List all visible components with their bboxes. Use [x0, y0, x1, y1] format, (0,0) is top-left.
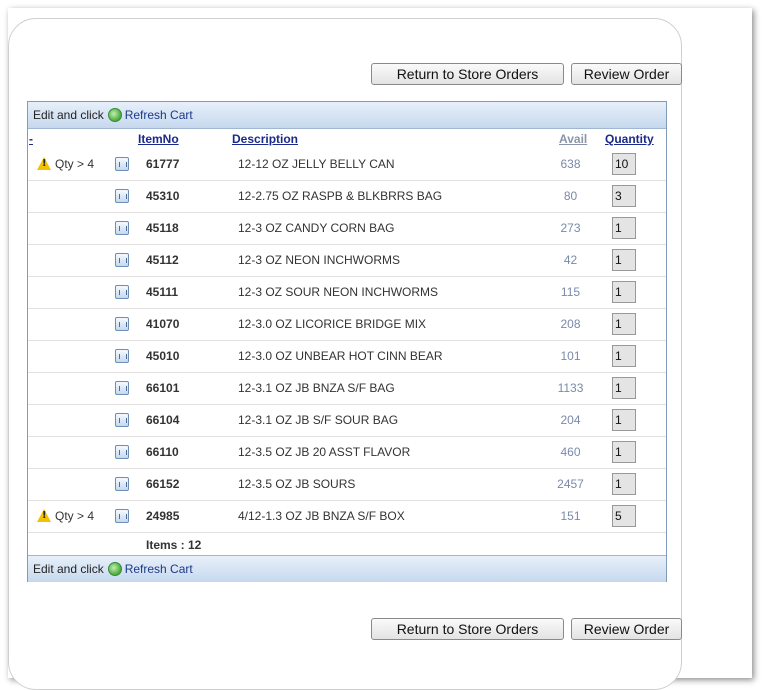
item-number: 45310 [146, 189, 180, 203]
table-row: 45118 12-3 OZ CANDY CORN BAG 273 [28, 213, 666, 245]
item-number: 24985 [146, 509, 180, 523]
table-row: 66104 12-3.1 OZ JB S/F SOUR BAG 204 [28, 405, 666, 437]
edit-instructions: Edit and click [33, 562, 104, 576]
item-number: 66110 [146, 445, 179, 459]
warning-icon [37, 509, 51, 522]
item-number: 66104 [146, 413, 180, 427]
delete-item-icon[interactable] [115, 477, 129, 491]
item-number: 45118 [146, 221, 179, 235]
table-row: 41070 12-3.0 OZ LICORICE BRIDGE MIX 208 [28, 309, 666, 341]
item-available: 208 [560, 317, 581, 331]
item-description: 12-3.5 OZ JB SOURS [238, 477, 356, 491]
item-available: 460 [560, 445, 581, 459]
delete-item-icon[interactable] [115, 445, 129, 459]
item-number: 66101 [146, 381, 180, 395]
item-number: 61777 [146, 157, 180, 171]
refresh-icon[interactable] [107, 108, 122, 122]
delete-item-icon[interactable] [115, 381, 129, 395]
item-available: 101 [560, 349, 581, 363]
review-order-button-bottom[interactable]: Review Order [571, 618, 682, 640]
header-avail[interactable]: Avail [559, 132, 587, 148]
quantity-input[interactable] [612, 313, 636, 335]
item-description: 12-3.0 OZ UNBEAR HOT CINN BEAR [238, 349, 443, 363]
header-description[interactable]: Description [232, 132, 298, 148]
quantity-input[interactable] [612, 249, 636, 271]
quantity-input[interactable] [612, 345, 636, 367]
refresh-bar-bottom: Edit and click Refresh Cart [28, 555, 666, 582]
review-order-button-top[interactable]: Review Order [571, 63, 682, 85]
qty-warning: Qty > 4 [55, 509, 95, 523]
table-row: 45310 12-2.75 OZ RASPB & BLKBRRS BAG 80 [28, 181, 666, 213]
header-quantity[interactable]: Quantity [605, 132, 654, 148]
refresh-cart-link-bottom[interactable]: Refresh Cart [125, 562, 193, 576]
item-description: 12-3 OZ CANDY CORN BAG [238, 221, 395, 235]
quantity-input[interactable] [612, 185, 636, 207]
quantity-input[interactable] [612, 441, 636, 463]
item-description: 12-3.0 OZ LICORICE BRIDGE MIX [238, 317, 427, 331]
item-description: 12-12 OZ JELLY BELLY CAN [238, 157, 395, 171]
item-description: 12-3.1 OZ JB S/F SOUR BAG [238, 413, 399, 427]
delete-item-icon[interactable] [115, 317, 129, 331]
delete-item-icon[interactable] [115, 157, 129, 171]
item-description: 12-3.5 OZ JB 20 ASST FLAVOR [238, 445, 411, 459]
quantity-input[interactable] [612, 153, 636, 175]
table-row: Qty > 4 61777 12-12 OZ JELLY BELLY CAN 638 [28, 149, 666, 181]
qty-warning: Qty > 4 [55, 157, 95, 171]
item-number: 45112 [146, 253, 179, 267]
refresh-icon[interactable] [107, 562, 122, 576]
delete-item-icon[interactable] [115, 413, 129, 427]
quantity-input[interactable] [612, 409, 636, 431]
delete-item-icon[interactable] [115, 253, 129, 267]
table-row: 66110 12-3.5 OZ JB 20 ASST FLAVOR 460 [28, 437, 666, 469]
table-row: Qty > 4 24985 4/12-1.3 OZ JB BNZA S/F BOX 1… [28, 501, 666, 533]
table-row: 45111 12-3 OZ SOUR NEON INCHWORMS 115 [28, 277, 666, 309]
return-to-store-orders-button-bottom[interactable]: Return to Store Orders [371, 618, 564, 640]
item-available: 151 [560, 509, 581, 523]
quantity-input[interactable] [612, 473, 636, 495]
edit-instructions: Edit and click [33, 108, 104, 122]
item-number: 45010 [146, 349, 180, 363]
table-row: 66152 12-3.5 OZ JB SOURS 2457 [28, 469, 666, 501]
item-description: 12-2.75 OZ RASPB & BLKBRRS BAG [238, 189, 443, 203]
item-description: 4/12-1.3 OZ JB BNZA S/F BOX [238, 509, 405, 523]
item-description: 12-3 OZ NEON INCHWORMS [238, 253, 401, 267]
item-available: 80 [563, 189, 578, 203]
delete-item-icon[interactable] [115, 189, 129, 203]
item-available: 273 [560, 221, 581, 235]
delete-item-icon[interactable] [115, 221, 129, 235]
refresh-cart-link-top[interactable]: Refresh Cart [125, 108, 193, 122]
delete-item-icon[interactable] [115, 509, 129, 523]
table-row: 45010 12-3.0 OZ UNBEAR HOT CINN BEAR 101 [28, 341, 666, 373]
item-number: 66152 [146, 477, 180, 491]
cart-grid: Edit and click Refresh Cart - ItemNo Des… [27, 101, 667, 582]
delete-item-icon[interactable] [115, 285, 129, 299]
quantity-input[interactable] [612, 505, 636, 527]
item-available: 638 [560, 157, 581, 171]
header-itemno[interactable]: ItemNo [138, 132, 179, 148]
quantity-input[interactable] [612, 377, 636, 399]
item-available: 204 [560, 413, 581, 427]
header-sort-link[interactable]: - [29, 132, 33, 148]
quantity-input[interactable] [612, 281, 636, 303]
return-to-store-orders-button-top[interactable]: Return to Store Orders [371, 63, 564, 85]
table-row: 45112 12-3 OZ NEON INCHWORMS 42 [28, 245, 666, 277]
item-number: 41070 [146, 317, 180, 331]
item-available: 2457 [557, 477, 584, 491]
items-total: Items : 12 [146, 538, 202, 552]
item-description: 12-3.1 OZ JB BNZA S/F BAG [238, 381, 395, 395]
item-description: 12-3 OZ SOUR NEON INCHWORMS [238, 285, 439, 299]
refresh-bar-top: Edit and click Refresh Cart [28, 102, 666, 129]
delete-item-icon[interactable] [115, 349, 129, 363]
item-available: 42 [563, 253, 578, 267]
item-available: 1133 [557, 381, 584, 395]
warning-icon [37, 157, 51, 170]
table-row: 66101 12-3.1 OZ JB BNZA S/F BAG 1133 [28, 373, 666, 405]
item-available: 115 [560, 285, 581, 299]
quantity-input[interactable] [612, 217, 636, 239]
item-number: 45111 [146, 285, 179, 299]
